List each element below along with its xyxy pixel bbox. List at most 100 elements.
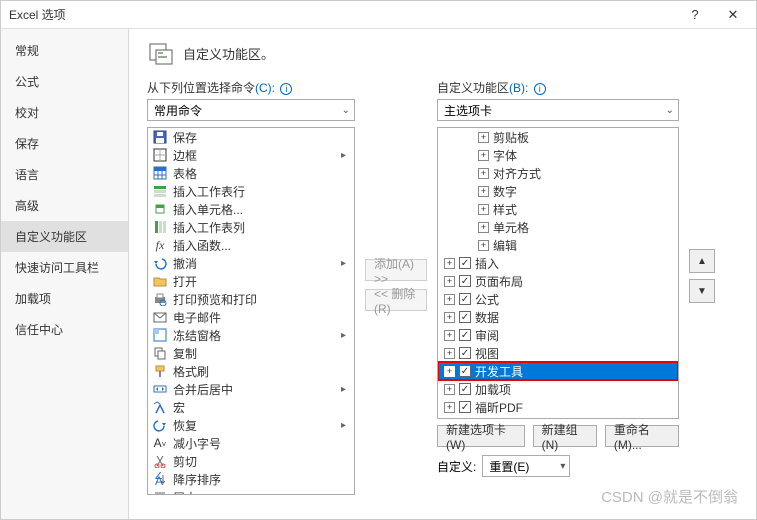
command-item[interactable]: A˅减小字号 bbox=[148, 434, 354, 452]
checkbox[interactable]: ✓ bbox=[459, 329, 471, 341]
commands-listbox[interactable]: 保存边框▸表格插入工作表行插入单元格...插入工作表列fx插入函数...撤消▸打… bbox=[147, 127, 355, 495]
tree-item[interactable]: +单元格 bbox=[438, 218, 678, 236]
tree-item[interactable]: +✓审阅 bbox=[438, 326, 678, 344]
sidebar-item[interactable]: 自定义功能区 bbox=[1, 221, 128, 252]
checkbox[interactable]: ✓ bbox=[459, 365, 471, 377]
expand-plus-icon[interactable]: + bbox=[478, 132, 489, 143]
tree-item[interactable]: +✓背景消除 bbox=[438, 416, 678, 419]
command-item[interactable]: 复制 bbox=[148, 344, 354, 362]
expand-plus-icon[interactable]: + bbox=[444, 312, 455, 323]
command-item[interactable]: 剪切 bbox=[148, 452, 354, 470]
command-item[interactable]: 打印预览和打印 bbox=[148, 290, 354, 308]
tree-item-label: 数据 bbox=[475, 309, 499, 326]
expand-plus-icon[interactable]: + bbox=[478, 204, 489, 215]
command-label: 合并后居中 bbox=[173, 381, 233, 398]
tree-item[interactable]: +✓福昕PDF bbox=[438, 398, 678, 416]
remove-button[interactable]: << 删除(R) bbox=[365, 289, 427, 311]
command-item[interactable]: 居中 bbox=[148, 488, 354, 495]
sidebar-item[interactable]: 保存 bbox=[1, 128, 128, 159]
choose-commands-select[interactable]: 常用命令 ⌄ bbox=[147, 99, 355, 121]
checkbox[interactable]: ✓ bbox=[459, 347, 471, 359]
command-item[interactable]: 恢复▸ bbox=[148, 416, 354, 434]
command-item[interactable]: 插入工作表列 bbox=[148, 218, 354, 236]
transfer-buttons: 添加(A) >> << 删除(R) bbox=[365, 259, 427, 311]
checkbox[interactable]: ✓ bbox=[459, 293, 471, 305]
new-tab-button[interactable]: 新建选项卡(W) bbox=[437, 425, 525, 447]
formatpaint-icon bbox=[152, 363, 168, 379]
command-item[interactable]: 合并后居中▸ bbox=[148, 380, 354, 398]
tree-item[interactable]: +✓视图 bbox=[438, 344, 678, 362]
rename-button[interactable]: 重命名(M)... bbox=[605, 425, 679, 447]
command-item[interactable]: fx插入函数... bbox=[148, 236, 354, 254]
sidebar-item[interactable]: 公式 bbox=[1, 66, 128, 97]
sidebar-item[interactable]: 信任中心 bbox=[1, 314, 128, 345]
reset-select[interactable]: 重置(E) ▾ bbox=[482, 455, 570, 477]
tree-item[interactable]: +✓开发工具 bbox=[438, 362, 678, 380]
command-item[interactable]: 表格 bbox=[148, 164, 354, 182]
checkbox[interactable]: ✓ bbox=[459, 383, 471, 395]
fontdec-icon: A˅ bbox=[152, 435, 168, 451]
command-item[interactable]: 宏 bbox=[148, 398, 354, 416]
command-item[interactable]: 撤消▸ bbox=[148, 254, 354, 272]
sidebar-item[interactable]: 快速访问工具栏 bbox=[1, 252, 128, 283]
checkbox[interactable]: ✓ bbox=[459, 311, 471, 323]
tree-item[interactable]: +✓页面布局 bbox=[438, 272, 678, 290]
tree-item[interactable]: +字体 bbox=[438, 146, 678, 164]
info-icon[interactable]: i bbox=[534, 83, 546, 95]
expand-plus-icon[interactable]: + bbox=[478, 168, 489, 179]
tree-item[interactable]: +✓插入 bbox=[438, 254, 678, 272]
expand-plus-icon[interactable]: + bbox=[444, 402, 455, 413]
command-item[interactable]: 保存 bbox=[148, 128, 354, 146]
sidebar-item[interactable]: 常规 bbox=[1, 35, 128, 66]
command-item[interactable]: ZA降序排序 bbox=[148, 470, 354, 488]
move-down-button[interactable]: ▼ bbox=[689, 279, 715, 303]
tree-item[interactable]: + ✓ 数据 bbox=[438, 308, 678, 326]
command-item[interactable]: 电子邮件 bbox=[148, 308, 354, 326]
expand-plus-icon[interactable]: + bbox=[478, 222, 489, 233]
customize-ribbon-select[interactable]: 主选项卡 ⌄ bbox=[437, 99, 679, 121]
tree-item[interactable]: +样式 bbox=[438, 200, 678, 218]
tree-item[interactable]: +编辑 bbox=[438, 236, 678, 254]
tree-item[interactable]: +✓公式 bbox=[438, 290, 678, 308]
expand-plus-icon[interactable]: + bbox=[444, 384, 455, 395]
close-button[interactable]: ✕ bbox=[718, 7, 748, 23]
expand-plus-icon[interactable]: + bbox=[478, 240, 489, 251]
checkbox[interactable]: ✓ bbox=[459, 257, 471, 269]
command-item[interactable]: 格式刷 bbox=[148, 362, 354, 380]
command-item[interactable]: 打开 bbox=[148, 272, 354, 290]
info-icon[interactable]: i bbox=[280, 83, 292, 95]
expand-plus-icon[interactable]: + bbox=[444, 294, 455, 305]
sidebar-item[interactable]: 语言 bbox=[1, 159, 128, 190]
sidebar-item[interactable]: 加载项 bbox=[1, 283, 128, 314]
tree-item[interactable]: + ✓ 加载项 bbox=[438, 380, 678, 398]
reorder-arrows: ▲ ▼ bbox=[689, 249, 719, 303]
sidebar-item[interactable]: 校对 bbox=[1, 97, 128, 128]
expand-plus-icon[interactable]: + bbox=[444, 366, 455, 377]
expand-plus-icon[interactable]: + bbox=[444, 330, 455, 341]
sidebar-item[interactable]: 高级 bbox=[1, 190, 128, 221]
expand-plus-icon[interactable]: + bbox=[444, 276, 455, 287]
expand-plus-icon[interactable]: + bbox=[478, 150, 489, 161]
move-up-button[interactable]: ▲ bbox=[689, 249, 715, 273]
add-button[interactable]: 添加(A) >> bbox=[365, 259, 427, 281]
tree-item[interactable]: +剪贴板 bbox=[438, 128, 678, 146]
command-item[interactable]: 边框▸ bbox=[148, 146, 354, 164]
command-item[interactable]: 插入单元格... bbox=[148, 200, 354, 218]
help-button[interactable]: ? bbox=[680, 7, 710, 22]
command-label: 电子邮件 bbox=[173, 309, 221, 326]
new-group-button[interactable]: 新建组(N) bbox=[533, 425, 597, 447]
checkbox[interactable]: ✓ bbox=[459, 275, 471, 287]
tree-item-label: 加载项 bbox=[475, 381, 511, 398]
customize-ribbon-select-value: 主选项卡 bbox=[444, 102, 492, 119]
expand-plus-icon[interactable]: + bbox=[444, 258, 455, 269]
command-label: 边框 bbox=[173, 147, 197, 164]
ribbon-tree[interactable]: +剪贴板+字体+对齐方式+数字+样式+单元格+编辑+✓插入+✓页面布局+✓公式+… bbox=[437, 127, 679, 419]
expand-plus-icon[interactable]: + bbox=[444, 348, 455, 359]
command-item[interactable]: 插入工作表行 bbox=[148, 182, 354, 200]
tree-item-label: 数字 bbox=[493, 183, 517, 200]
checkbox[interactable]: ✓ bbox=[459, 401, 471, 413]
tree-item[interactable]: + 数字 bbox=[438, 182, 678, 200]
tree-item[interactable]: +对齐方式 bbox=[438, 164, 678, 182]
command-item[interactable]: 冻结窗格▸ bbox=[148, 326, 354, 344]
expand-plus-icon[interactable]: + bbox=[478, 186, 489, 197]
